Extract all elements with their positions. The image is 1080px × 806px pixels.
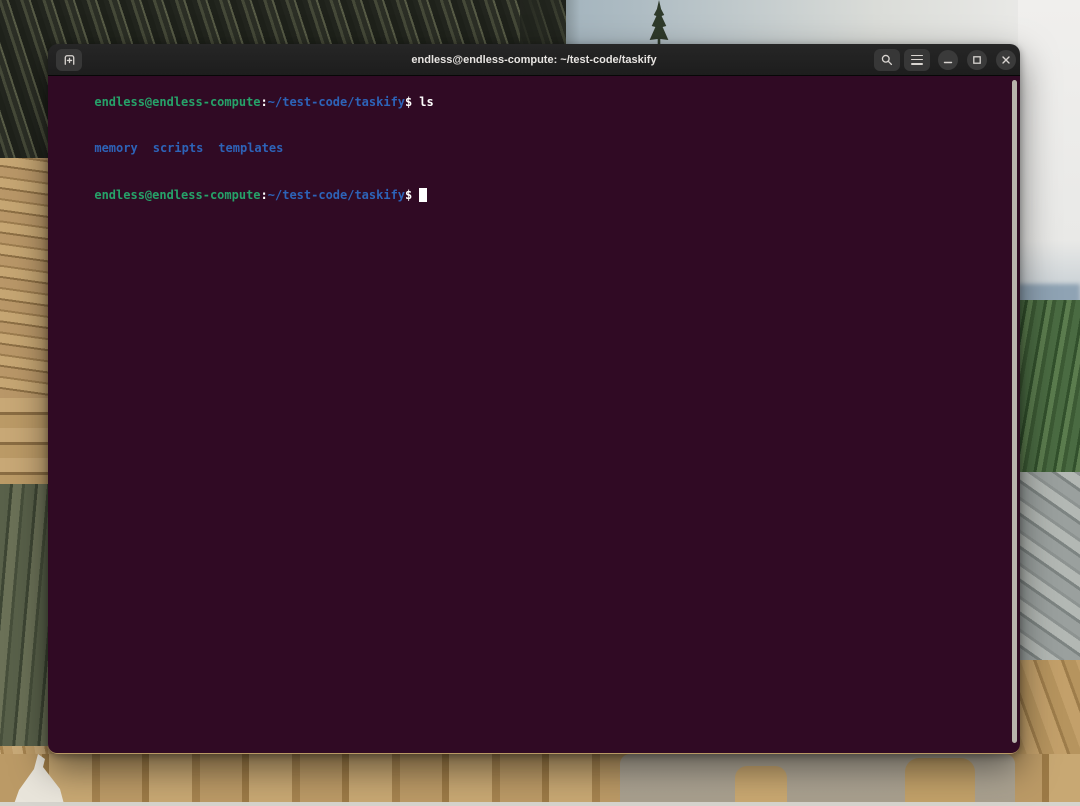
terminal-cursor xyxy=(419,188,427,202)
wallpaper-bottom-stone-small xyxy=(905,758,975,804)
directory-name: memory xyxy=(94,141,137,155)
terminal-prompt-line: endless@endless-compute:~/test-code/task… xyxy=(51,172,1006,219)
minimize-button[interactable] xyxy=(938,50,958,70)
new-tab-button[interactable] xyxy=(56,49,82,71)
close-button[interactable] xyxy=(996,50,1016,70)
close-icon xyxy=(1001,55,1011,65)
terminal-prompt-line: endless@endless-compute:~/test-code/task… xyxy=(51,79,1006,126)
terminal-output-line: memory scripts templates xyxy=(51,126,1006,173)
menu-button[interactable] xyxy=(904,49,930,71)
hamburger-menu-icon xyxy=(911,55,923,65)
prompt-path: ~/test-code/taskify xyxy=(268,95,405,109)
wallpaper-rocks xyxy=(1018,472,1080,660)
wallpaper-forest xyxy=(1018,300,1080,472)
terminal-screen[interactable]: endless@endless-compute:~/test-code/task… xyxy=(48,76,1020,753)
prompt-separator: : xyxy=(261,188,268,202)
wallpaper-left-shingles xyxy=(0,158,48,398)
directory-name: scripts xyxy=(153,141,204,155)
titlebar[interactable]: endless@endless-compute: ~/test-code/tas… xyxy=(48,44,1020,76)
search-button[interactable] xyxy=(874,49,900,71)
wallpaper-bottom-stone-tan xyxy=(735,766,787,806)
minimize-icon xyxy=(943,55,953,65)
terminal-window: endless@endless-compute: ~/test-code/tas… xyxy=(48,44,1020,754)
prompt-path: ~/test-code/taskify xyxy=(268,188,405,202)
wallpaper-sky-right xyxy=(1018,0,1080,300)
new-tab-icon xyxy=(62,52,77,67)
command-text: ls xyxy=(419,95,433,109)
wallpaper-bottom-edge xyxy=(0,802,1080,806)
maximize-button[interactable] xyxy=(967,50,987,70)
prompt-symbol: $ xyxy=(405,188,412,202)
maximize-icon xyxy=(972,55,982,65)
wallpaper-left-beams xyxy=(0,398,48,484)
search-icon xyxy=(880,53,894,67)
prompt-separator: : xyxy=(261,95,268,109)
prompt-user-host: endless@endless-compute xyxy=(94,188,260,202)
prompt-symbol: $ xyxy=(405,95,412,109)
terminal-scrollbar[interactable] xyxy=(1012,80,1017,743)
wallpaper-left-green-shingles xyxy=(0,484,48,746)
directory-name: templates xyxy=(218,141,283,155)
prompt-user-host: endless@endless-compute xyxy=(94,95,260,109)
